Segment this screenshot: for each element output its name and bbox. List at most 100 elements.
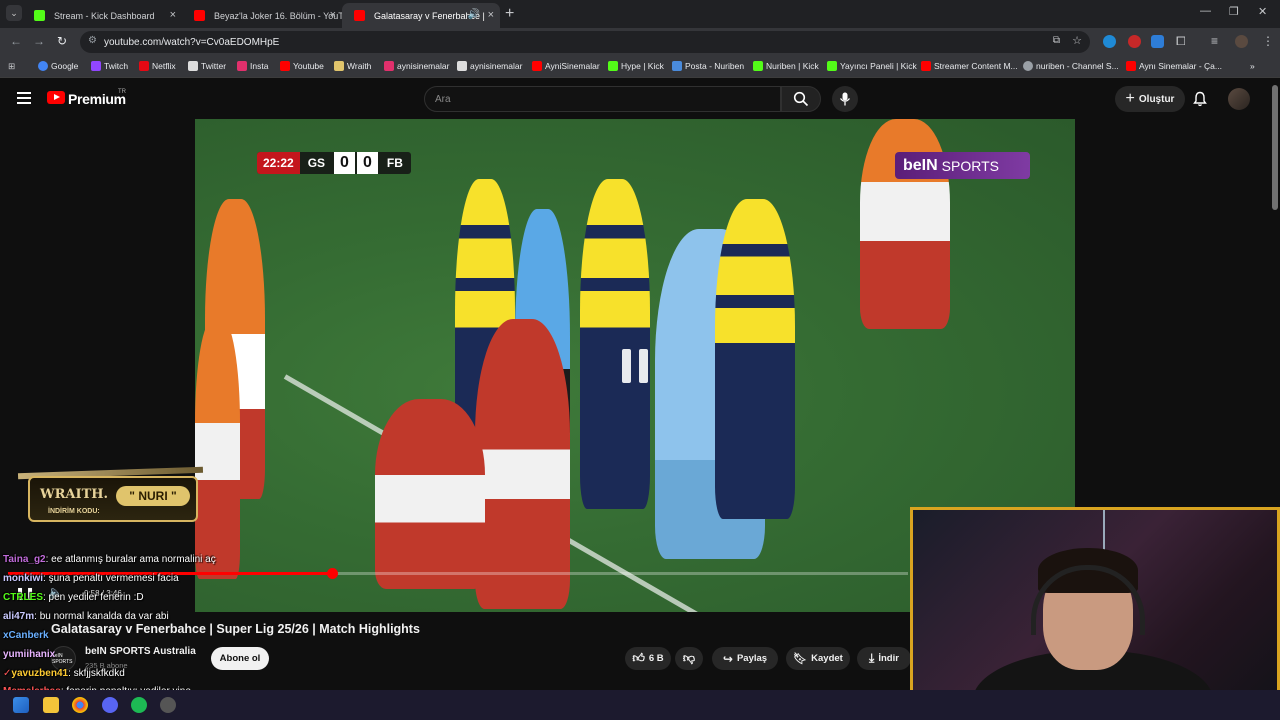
extensions-puzzle-icon[interactable]: ⧠ xyxy=(1176,34,1186,49)
like-button[interactable]: 👍︎ 6 B xyxy=(625,647,671,670)
youtube-favicon-icon xyxy=(354,10,365,21)
bookmark-item[interactable]: Posta - Nuriben xyxy=(672,61,744,71)
file-explorer-icon[interactable] xyxy=(43,697,59,713)
bookmark-item[interactable]: Hype | Kick xyxy=(608,61,664,71)
discord-icon[interactable] xyxy=(102,697,118,713)
account-avatar[interactable] xyxy=(1228,88,1250,110)
youtube-icon xyxy=(1126,61,1136,71)
profile-avatar[interactable] xyxy=(1235,35,1248,48)
minimize-icon[interactable]: — xyxy=(1200,5,1211,17)
browser-tab-strip: ⌄ Stream - Kick Dashboard × Beyaz'la Jok… xyxy=(0,0,1280,28)
bookmark-item[interactable]: aynisinemalar xyxy=(384,61,449,71)
country-code: TR xyxy=(118,89,126,95)
player-figure xyxy=(475,319,570,609)
extension-shield-icon[interactable] xyxy=(1151,35,1164,48)
bookmark-item[interactable]: AyniSinemalar xyxy=(532,61,600,71)
sponsor-banner: WRAITH. " NURI " İNDİRİM KODU: xyxy=(17,448,204,530)
chrome-icon[interactable] xyxy=(72,697,88,713)
search-input[interactable]: Ara xyxy=(424,86,781,112)
seek-bar-handle[interactable] xyxy=(327,568,338,579)
chat-username: yavuzben41 xyxy=(11,668,69,679)
chat-message: yumiihanix xyxy=(3,649,55,660)
menu-hamburger-icon[interactable] xyxy=(17,92,31,104)
kick-icon xyxy=(608,61,618,71)
create-label: Oluştur xyxy=(1138,93,1175,105)
apps-grid-icon[interactable]: ⊞ xyxy=(8,61,15,72)
browser-menu-icon[interactable]: ⋮ xyxy=(1262,34,1274,48)
create-button[interactable]: + Oluştur xyxy=(1115,86,1185,112)
search-placeholder: Ara xyxy=(435,93,451,105)
chat-text: : skfjjskfkdkd xyxy=(68,668,125,679)
google-icon xyxy=(38,61,48,71)
chat-username: ali47m xyxy=(3,611,35,622)
home-team: GS xyxy=(307,156,326,170)
bookmark-star-icon[interactable]: ☆ xyxy=(1072,34,1082,47)
search-button[interactable] xyxy=(781,86,821,112)
obs-icon[interactable] xyxy=(160,697,176,713)
share-button[interactable]: ↪ Paylaş xyxy=(712,647,778,670)
bookmark-item[interactable]: Wraith xyxy=(334,61,371,71)
tab-search-button[interactable]: ⌄ xyxy=(6,5,22,21)
tab-close-icon[interactable]: × xyxy=(170,9,176,21)
broadcaster-suffix: SPORTS xyxy=(941,157,999,174)
home-score: 0 xyxy=(334,152,355,174)
discount-code: " NURI " xyxy=(116,486,190,506)
more-bookmarks-icon[interactable]: » xyxy=(1250,61,1255,71)
youtube-logo-icon[interactable] xyxy=(47,91,65,104)
site-info-icon[interactable]: ⚙ xyxy=(88,35,97,46)
new-tab-button[interactable]: + xyxy=(505,5,514,23)
twitter-icon xyxy=(188,61,198,71)
voice-search-button[interactable] xyxy=(832,86,858,112)
save-button[interactable]: 🔖︎ Kaydet xyxy=(786,647,850,670)
chat-username: CTRLES xyxy=(3,592,43,603)
extension-icon[interactable] xyxy=(1103,35,1116,48)
chat-message: monkiwi: şuna penaltı vermemesi facia xyxy=(3,573,179,584)
away-score: 0 xyxy=(356,152,378,174)
bookmark-item[interactable]: aynisinemalar xyxy=(457,61,522,71)
thumbs-up-icon: 👍︎ xyxy=(632,651,645,665)
back-icon[interactable]: ← xyxy=(10,34,22,48)
tab-galatasaray-video[interactable]: Galatasaray v Fenerbahce | 🔊 × xyxy=(342,3,500,28)
bookmark-item[interactable]: Aynı Sinemalar - Ça... xyxy=(1126,61,1222,71)
close-window-icon[interactable]: ✕ xyxy=(1258,5,1267,18)
restore-icon[interactable]: ❐ xyxy=(1229,5,1239,18)
bookmark-item[interactable]: Twitch xyxy=(91,61,128,71)
bookmark-item[interactable]: nuriben - Channel S... xyxy=(1023,61,1119,71)
tab-close-icon[interactable]: × xyxy=(488,9,494,21)
download-button[interactable]: ⤓ İndir xyxy=(857,647,911,670)
bookmark-item[interactable]: Insta xyxy=(237,61,268,71)
browser-toolbar: ← → ↻ ⚙ youtube.com/watch?v=Cv0aEDOMHpE … xyxy=(0,28,1280,56)
tab-close-icon[interactable]: × xyxy=(330,9,336,21)
tab-beyazla-joker[interactable]: Beyaz'la Joker 16. Bölüm - YouT × xyxy=(182,3,342,28)
windows-start-icon[interactable] xyxy=(13,697,29,713)
bookmark-item[interactable]: Yayıncı Paneli | Kick xyxy=(827,61,917,71)
match-clock: 22:22 xyxy=(257,152,300,174)
forward-icon[interactable]: → xyxy=(33,34,45,48)
player-figure xyxy=(715,199,795,519)
subscribe-button[interactable]: Abone ol xyxy=(211,647,269,670)
cast-icon[interactable]: ⧉ xyxy=(1053,35,1060,46)
dislike-button[interactable]: 👎︎ xyxy=(675,647,703,670)
chat-text: : bu normal kanalda da var abi xyxy=(34,611,169,622)
media-controls-icon[interactable]: ≡ xyxy=(1211,34,1218,48)
like-count: 6 B xyxy=(648,653,664,664)
extension-icon[interactable] xyxy=(1128,35,1141,48)
spotify-icon[interactable] xyxy=(131,697,147,713)
reload-icon[interactable]: ↻ xyxy=(57,34,67,48)
address-bar[interactable]: ⚙ youtube.com/watch?v=Cv0aEDOMHpE ⧉ ☆ xyxy=(80,31,1090,53)
tab-title: Stream - Kick Dashboard xyxy=(54,10,155,21)
bookmark-item[interactable]: Nuriben | Kick xyxy=(753,61,819,71)
audio-playing-icon[interactable]: 🔊 xyxy=(468,9,480,20)
page-scrollbar[interactable] xyxy=(1272,85,1278,210)
bookmark-item[interactable]: Google xyxy=(38,61,78,71)
bookmark-item[interactable]: Twitter xyxy=(188,61,226,71)
bookmark-item[interactable]: Netflix xyxy=(139,61,176,71)
bookmark-item[interactable]: Youtube xyxy=(280,61,324,71)
channel-name[interactable]: beIN SPORTS Australia xyxy=(85,646,196,657)
notifications-bell-icon[interactable] xyxy=(1192,91,1208,107)
tab-kick-dashboard[interactable]: Stream - Kick Dashboard × xyxy=(22,3,182,28)
broadcaster-name: beIN xyxy=(903,156,938,174)
bookmark-item[interactable]: Streamer Content M... xyxy=(921,61,1018,71)
pause-overlay-icon[interactable] xyxy=(620,349,650,383)
player-figure xyxy=(580,179,650,509)
